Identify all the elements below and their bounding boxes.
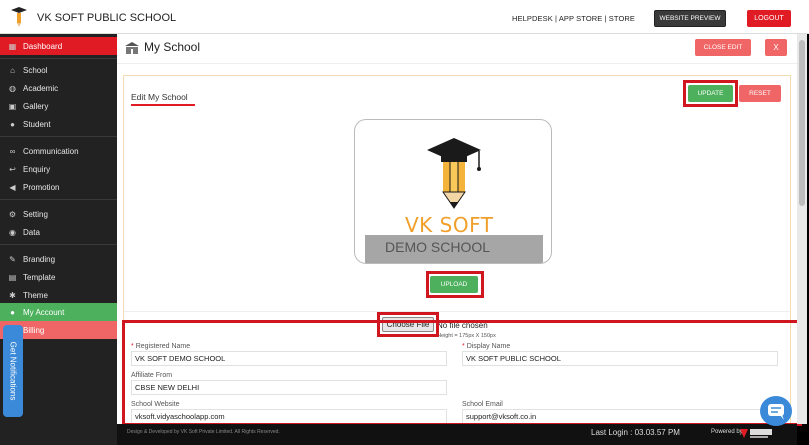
image-icon: ▣ — [8, 101, 17, 111]
school-building-icon — [125, 42, 139, 54]
sidebar-item-label: Theme — [23, 290, 48, 300]
sidebar-item-label: Gallery — [23, 101, 49, 111]
card-divider — [124, 311, 790, 312]
page-title: My School — [144, 40, 201, 54]
sidebar-item-label: Data — [23, 227, 40, 237]
sidebar-item-enquiry[interactable]: ↩ Enquiry — [0, 160, 117, 178]
user-icon: ● — [10, 119, 15, 129]
school-logo-preview: VK SOFT DEMO SCHOOL — [354, 119, 552, 264]
header-links[interactable]: HELPDESK | APP STORE | STORE — [512, 14, 635, 23]
sidebar-item-label: Academic — [23, 83, 59, 93]
website-preview-button[interactable]: WEBSITE PREVIEW — [654, 10, 726, 27]
close-button[interactable]: X — [765, 39, 787, 56]
pencil-icon: ✎ — [9, 254, 16, 264]
sidebar-item-label: Student — [23, 119, 51, 129]
sidebar-item-label: School — [23, 65, 48, 75]
sidebar-item-label: My Account — [23, 307, 65, 317]
link-icon: ∞ — [9, 146, 16, 156]
update-highlight — [683, 80, 738, 107]
app-title: VK SOFT PUBLIC SCHOOL — [37, 12, 177, 24]
sidebar-item-my-account[interactable]: ● My Account — [0, 303, 117, 321]
megaphone-icon: ◀ — [9, 182, 16, 192]
sidebar-item-communication[interactable]: ∞ Communication — [0, 142, 117, 160]
notifications-tab-label: Get Notifications — [8, 341, 18, 401]
card-title: Edit My School — [131, 92, 188, 102]
school-logo-icon — [11, 7, 27, 27]
sidebar-item-promotion[interactable]: ◀ Promotion — [0, 178, 117, 196]
upload-highlight — [426, 271, 484, 298]
template-icon: ▤ — [8, 272, 17, 282]
chat-widget-button[interactable] — [760, 396, 792, 426]
card-title-underline — [131, 104, 195, 106]
dashboard-icon: ▦ — [8, 41, 17, 51]
sidebar-item-label: Promotion — [23, 182, 60, 192]
logo-brand-text: VK SOFT — [405, 213, 494, 237]
page-scrollbar[interactable] — [797, 34, 807, 424]
sidebar-item-label: Communication — [23, 146, 79, 156]
sidebar-item-label: Branding — [23, 254, 56, 264]
sidebar-item-school[interactable]: ⌂ School — [0, 61, 117, 79]
form-highlight — [122, 320, 802, 426]
sidebar-item-gallery[interactable]: ▣ Gallery — [0, 97, 117, 115]
vidya-brand-logo-icon — [740, 429, 772, 438]
close-edit-button[interactable]: CLOSE EDIT — [695, 39, 751, 56]
sidebar-item-theme[interactable]: ✱ Theme — [0, 286, 117, 304]
gear-icon: ⚙ — [8, 209, 17, 219]
logo-caption-text: DEMO SCHOOL — [385, 239, 491, 255]
main-content: My School CLOSE EDIT X Edit My School UP… — [117, 34, 802, 426]
scrollbar-thumb[interactable] — [799, 40, 805, 206]
school-icon: ⌂ — [10, 65, 15, 75]
last-login-text: Last Login : 03.03.57 PM — [591, 428, 680, 437]
page-header: My School CLOSE EDIT X — [117, 34, 797, 64]
database-icon: ◉ — [9, 227, 16, 237]
sidebar-item-branding[interactable]: ✎ Branding — [0, 250, 117, 268]
sidebar-item-label: Billing — [23, 325, 45, 335]
sidebar-item-label: Setting — [23, 209, 48, 219]
sidebar-item-label: Template — [23, 272, 56, 282]
sidebar-item-label: Dashboard — [23, 41, 63, 51]
get-notifications-tab[interactable]: Get Notifications — [3, 325, 23, 417]
footer-copyright: Design & Developed by VK Soft Private Li… — [127, 429, 280, 435]
sidebar-item-data[interactable]: ◉ Data — [0, 223, 117, 241]
logout-button[interactable]: LOGOUT — [747, 10, 791, 27]
sidebar-item-student[interactable]: ● Student — [0, 115, 117, 133]
footer: Design & Developed by VK Soft Private Li… — [117, 424, 797, 445]
sidebar-item-template[interactable]: ▤ Template — [0, 268, 117, 286]
globe-icon: ◍ — [9, 83, 16, 93]
top-bar: VK SOFT PUBLIC SCHOOL HELPDESK | APP STO… — [0, 0, 809, 34]
sidebar-item-setting[interactable]: ⚙ Setting — [0, 205, 117, 223]
chat-icon — [768, 404, 784, 420]
reset-button[interactable]: RESET — [739, 85, 781, 102]
reply-icon: ↩ — [9, 164, 16, 174]
sidebar-item-dashboard[interactable]: ▦ Dashboard — [0, 37, 117, 55]
user-icon: ● — [10, 307, 15, 317]
sidebar-item-academic[interactable]: ◍ Academic — [0, 79, 117, 97]
graduation-pencil-icon — [427, 138, 481, 209]
bug-icon: ✱ — [9, 290, 16, 300]
sidebar-item-label: Enquiry — [23, 164, 51, 174]
